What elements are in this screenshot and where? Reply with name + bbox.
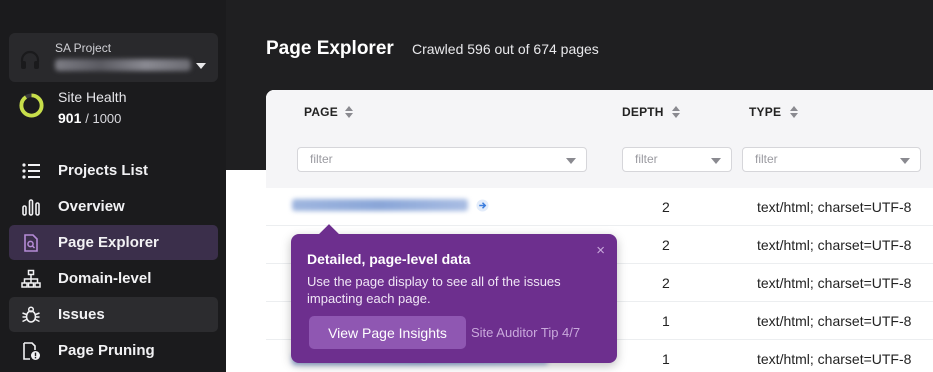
depth-cell: 1 — [662, 351, 670, 367]
bar-chart-icon — [22, 199, 40, 216]
health-ring-icon — [19, 93, 44, 118]
site-health-score-max: / 1000 — [85, 111, 122, 126]
column-header-page[interactable]: PAGE — [304, 105, 338, 119]
depth-cell: 2 — [662, 199, 670, 215]
sidebar-nav: Projects List Overview Page Explorer Dom… — [9, 153, 218, 369]
sidebar-item-label: Overview — [58, 198, 125, 215]
depth-filter[interactable] — [622, 147, 732, 172]
list-icon — [22, 163, 40, 179]
sort-icon[interactable] — [345, 106, 354, 118]
site-health-label: Site Health — [58, 89, 127, 105]
column-header-type[interactable]: TYPE — [749, 105, 781, 119]
close-icon[interactable]: × — [596, 242, 605, 259]
site-health-score-value: 901 — [58, 110, 82, 126]
page-title: Page Explorer — [266, 38, 394, 59]
type-cell: text/html; charset=UTF-8 — [757, 313, 912, 329]
sidebar-item-overview[interactable]: Overview — [9, 189, 218, 224]
column-header-depth[interactable]: DEPTH — [622, 105, 664, 119]
project-selector[interactable]: SA Project — [9, 33, 218, 82]
type-filter[interactable] — [742, 147, 921, 172]
crawl-status: Crawled 596 out of 674 pages — [412, 41, 599, 57]
sidebar-item-page-explorer[interactable]: Page Explorer — [9, 225, 218, 260]
tip-body: Use the page display to see all of the i… — [307, 274, 561, 306]
type-filter-input[interactable] — [755, 152, 879, 166]
type-cell: text/html; charset=UTF-8 — [757, 275, 912, 291]
depth-cell: 2 — [662, 275, 670, 291]
type-cell: text/html; charset=UTF-8 — [757, 199, 912, 215]
content-background — [226, 170, 271, 372]
sidebar-item-issues[interactable]: Issues — [9, 297, 218, 332]
page-filter[interactable] — [297, 147, 587, 172]
sitemap-icon — [21, 269, 41, 288]
project-domain-blurred — [55, 59, 191, 71]
chevron-down-icon[interactable] — [711, 158, 721, 164]
sidebar-item-page-pruning[interactable]: Page Pruning — [9, 333, 218, 368]
depth-filter-input[interactable] — [635, 152, 711, 166]
depth-cell: 1 — [662, 313, 670, 329]
chevron-down-icon[interactable] — [566, 158, 576, 164]
chevron-down-icon[interactable] — [900, 158, 910, 164]
sidebar-item-projects-list[interactable]: Projects List — [9, 153, 218, 188]
table-row[interactable]: 2 text/html; charset=UTF-8 — [266, 188, 933, 226]
page-search-icon — [24, 234, 38, 252]
sort-icon[interactable] — [790, 106, 799, 118]
tip-popover: × Detailed, page-level data Use the page… — [291, 234, 617, 363]
site-health-score: 901 / 1000 — [58, 110, 121, 126]
type-cell: text/html; charset=UTF-8 — [757, 351, 912, 367]
tip-title: Detailed, page-level data — [307, 251, 471, 267]
type-cell: text/html; charset=UTF-8 — [757, 237, 912, 253]
sidebar-item-domain-level[interactable]: Domain-level — [9, 261, 218, 296]
sidebar-item-label: Page Explorer — [58, 234, 159, 251]
sidebar-item-label: Domain-level — [58, 270, 152, 287]
sidebar: SA Project Site Health 901 / 1000 Projec… — [0, 0, 226, 372]
page-alert-icon — [23, 342, 40, 360]
sidebar-item-label: Page Pruning — [58, 342, 155, 359]
headset-icon — [20, 50, 40, 69]
project-label: SA Project — [55, 41, 112, 55]
view-page-insights-button[interactable]: View Page Insights — [309, 316, 466, 349]
tip-step-counter: Site Auditor Tip 4/7 — [471, 325, 581, 340]
table-header: PAGE DEPTH TYPE — [266, 90, 933, 188]
arrow-circle-right-icon[interactable] — [476, 199, 489, 212]
page-url-blurred[interactable] — [292, 199, 468, 211]
sidebar-item-label: Projects List — [58, 162, 149, 179]
bug-icon — [22, 306, 40, 323]
depth-cell: 2 — [662, 237, 670, 253]
sidebar-item-label: Issues — [58, 306, 105, 323]
sort-icon[interactable] — [672, 106, 681, 118]
chevron-down-icon[interactable] — [196, 63, 206, 69]
page-filter-input[interactable] — [310, 152, 512, 166]
